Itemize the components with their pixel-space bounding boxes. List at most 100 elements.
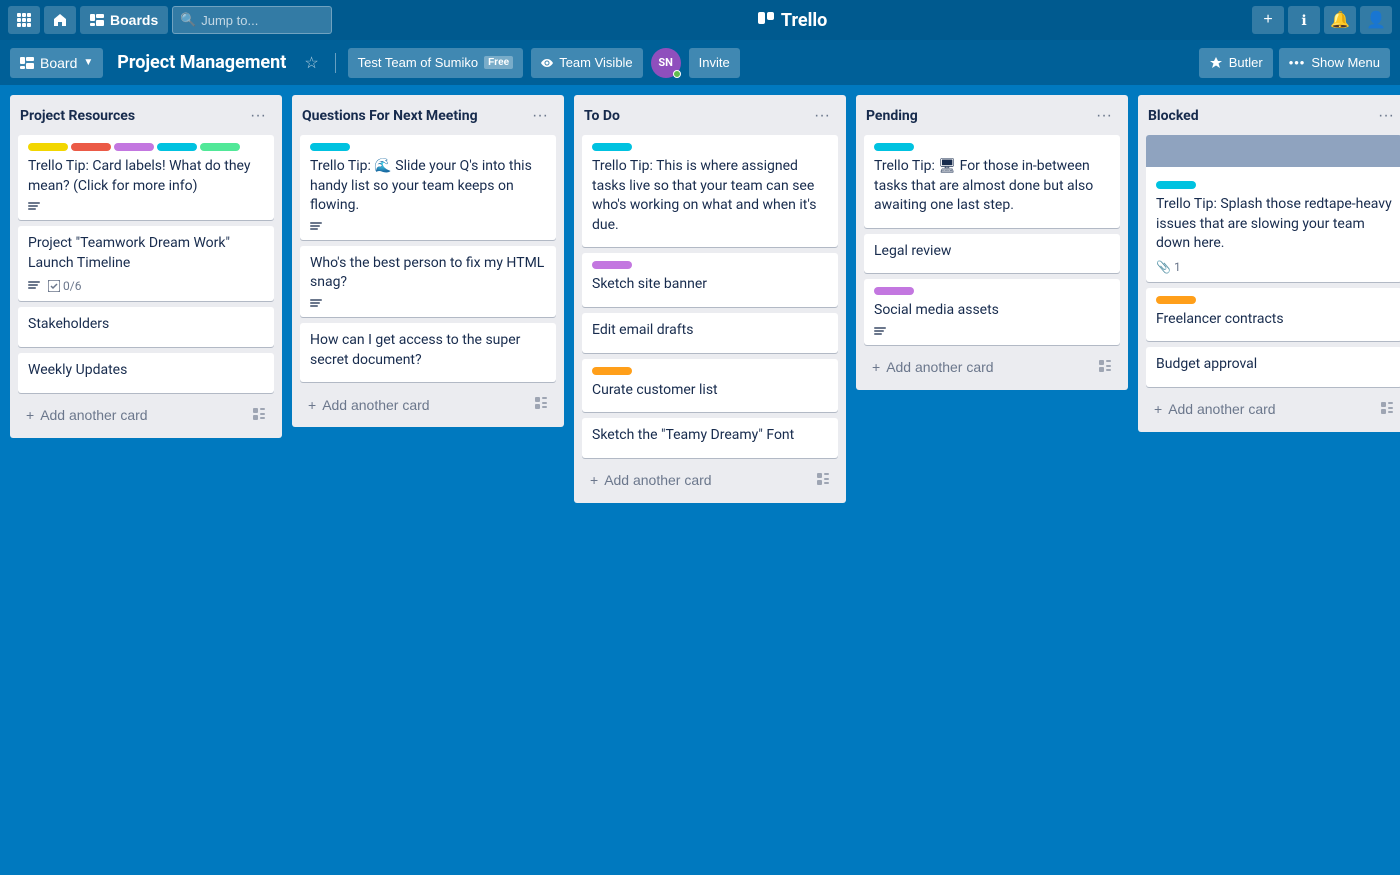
card-text: Budget approval (1156, 355, 1392, 375)
search-input[interactable] (172, 6, 332, 34)
checklist-count: 0/6 (63, 279, 81, 293)
card-labels (592, 143, 828, 151)
card-label (114, 143, 154, 151)
add-button[interactable]: + (1252, 6, 1284, 34)
chevron-down-icon: ▼ (83, 57, 93, 68)
card-pe-3[interactable]: Social media assets (864, 279, 1120, 345)
card-meta (310, 299, 546, 309)
add-card-button[interactable]: + Add another card (18, 401, 274, 430)
card-td-5[interactable]: Sketch the "Teamy Dreamy" Font (582, 418, 838, 458)
avatar[interactable]: SN (651, 48, 681, 78)
apps-button[interactable] (8, 6, 40, 34)
online-indicator (673, 70, 681, 78)
add-card-button[interactable]: + Add another card (864, 353, 1120, 382)
add-card-label: Add another card (322, 397, 429, 413)
profile-button[interactable]: 👤 (1360, 6, 1392, 34)
board-label: Board (40, 55, 77, 71)
template-card-icon (1380, 401, 1394, 418)
add-card-button[interactable]: + Add another card (300, 390, 556, 419)
list-menu-button[interactable]: ··· (1372, 105, 1400, 127)
card-labels (874, 143, 1110, 151)
add-card-button[interactable]: + Add another card (582, 466, 838, 495)
list-title: To Do (584, 108, 808, 124)
card-pr-4[interactable]: Weekly Updates (18, 353, 274, 393)
card-text: Edit email drafts (592, 321, 828, 341)
team-button[interactable]: Test Team of Sumiko Free (348, 48, 524, 78)
template-card-icon (816, 472, 830, 489)
card-label (592, 143, 632, 151)
description-indicator (310, 222, 322, 232)
template-card-icon (1098, 359, 1112, 376)
visibility-button[interactable]: Team Visible (531, 48, 642, 78)
card-text: Trello Tip: 🌊 Slide your Q's into this h… (310, 157, 546, 216)
card-pe-2[interactable]: Legal review (864, 234, 1120, 274)
card-meta (874, 327, 1110, 337)
board-area: Project Resources ··· Trello Tip: Card l… (0, 85, 1400, 513)
card-labels (592, 261, 828, 269)
card-text: Legal review (874, 242, 1110, 262)
list-blocked: Blocked ··· Trello Tip: Splash those red… (1138, 95, 1400, 432)
boards-label: Boards (110, 12, 158, 28)
card-label (592, 367, 632, 375)
list-header: To Do ··· (582, 105, 838, 127)
add-card-left: + Add another card (26, 407, 148, 423)
board-view-button[interactable]: Board ▼ (10, 48, 103, 78)
butler-button[interactable]: Butler (1199, 48, 1273, 78)
invite-button[interactable]: Invite (689, 48, 740, 78)
search-wrap: 🔍 (172, 6, 332, 34)
add-card-button[interactable]: + Add another card (1146, 395, 1400, 424)
show-menu-button[interactable]: ••• Show Menu (1279, 48, 1390, 78)
card-label (200, 143, 240, 151)
card-pr-2[interactable]: Project "Teamwork Dream Work" Launch Tim… (18, 226, 274, 301)
list-to-do: To Do ··· Trello Tip: This is where assi… (574, 95, 846, 503)
card-text: Sketch site banner (592, 275, 828, 295)
card-bl-1[interactable]: Trello Tip: Splash those redtape-heavy i… (1146, 135, 1400, 282)
add-card-left: + Add another card (1154, 401, 1276, 417)
card-bl-2[interactable]: Freelancer contracts (1146, 288, 1400, 342)
list-menu-button[interactable]: ··· (808, 105, 836, 127)
list-menu-button[interactable]: ··· (1090, 105, 1118, 127)
card-pe-1[interactable]: Trello Tip: 🖥 For those in-between tasks… (864, 135, 1120, 228)
board-nav-right: Butler ••• Show Menu (1199, 48, 1390, 78)
boards-button[interactable]: Boards (80, 6, 168, 34)
card-qn-3[interactable]: How can I get access to the super secret… (300, 323, 556, 382)
nav-right: + ℹ 🔔 👤 (1252, 6, 1392, 34)
home-button[interactable] (44, 6, 76, 34)
card-label (1156, 296, 1196, 304)
list-menu-button[interactable]: ··· (526, 105, 554, 127)
card-pr-1[interactable]: Trello Tip: Card labels! What do they me… (18, 135, 274, 220)
bell-icon: 🔔 (1330, 10, 1350, 30)
card-text: Trello Tip: 🖥 For those in-between tasks… (874, 157, 1110, 216)
card-td-3[interactable]: Edit email drafts (582, 313, 838, 353)
card-td-1[interactable]: Trello Tip: This is where assigned tasks… (582, 135, 838, 247)
add-card-left: + Add another card (590, 472, 712, 488)
list-pending: Pending ··· Trello Tip: 🖥 For those in-b… (856, 95, 1128, 390)
list-title: Questions For Next Meeting (302, 108, 526, 124)
checklist-indicator: 0/6 (48, 279, 81, 293)
card-pr-3[interactable]: Stakeholders (18, 307, 274, 347)
avatar-initials: SN (658, 56, 673, 69)
card-td-2[interactable]: Sketch site banner (582, 253, 838, 307)
list-project-resources: Project Resources ··· Trello Tip: Card l… (10, 95, 282, 438)
card-qn-1[interactable]: Trello Tip: 🌊 Slide your Q's into this h… (300, 135, 556, 240)
description-indicator (874, 327, 886, 337)
card-meta (28, 202, 264, 212)
info-button[interactable]: ℹ (1288, 6, 1320, 34)
list-menu-button[interactable]: ··· (244, 105, 272, 127)
show-menu-label: Show Menu (1311, 55, 1380, 70)
card-text: Curate customer list (592, 381, 828, 401)
butler-label: Butler (1229, 55, 1263, 70)
card-text: Trello Tip: Splash those redtape-heavy i… (1156, 195, 1392, 254)
invite-label: Invite (699, 55, 730, 70)
list-header: Questions For Next Meeting ··· (300, 105, 556, 127)
card-label (1156, 181, 1196, 189)
card-label (592, 261, 632, 269)
card-text: Stakeholders (28, 315, 264, 335)
card-bl-3[interactable]: Budget approval (1146, 347, 1400, 387)
card-td-4[interactable]: Curate customer list (582, 359, 838, 413)
top-nav: Boards 🔍 Trello + ℹ 🔔 👤 (0, 0, 1400, 40)
card-qn-2[interactable]: Who's the best person to fix my HTML sna… (300, 246, 556, 317)
card-labels (874, 287, 1110, 295)
star-button[interactable]: ☆ (300, 49, 322, 77)
notifications-button[interactable]: 🔔 (1324, 6, 1356, 34)
